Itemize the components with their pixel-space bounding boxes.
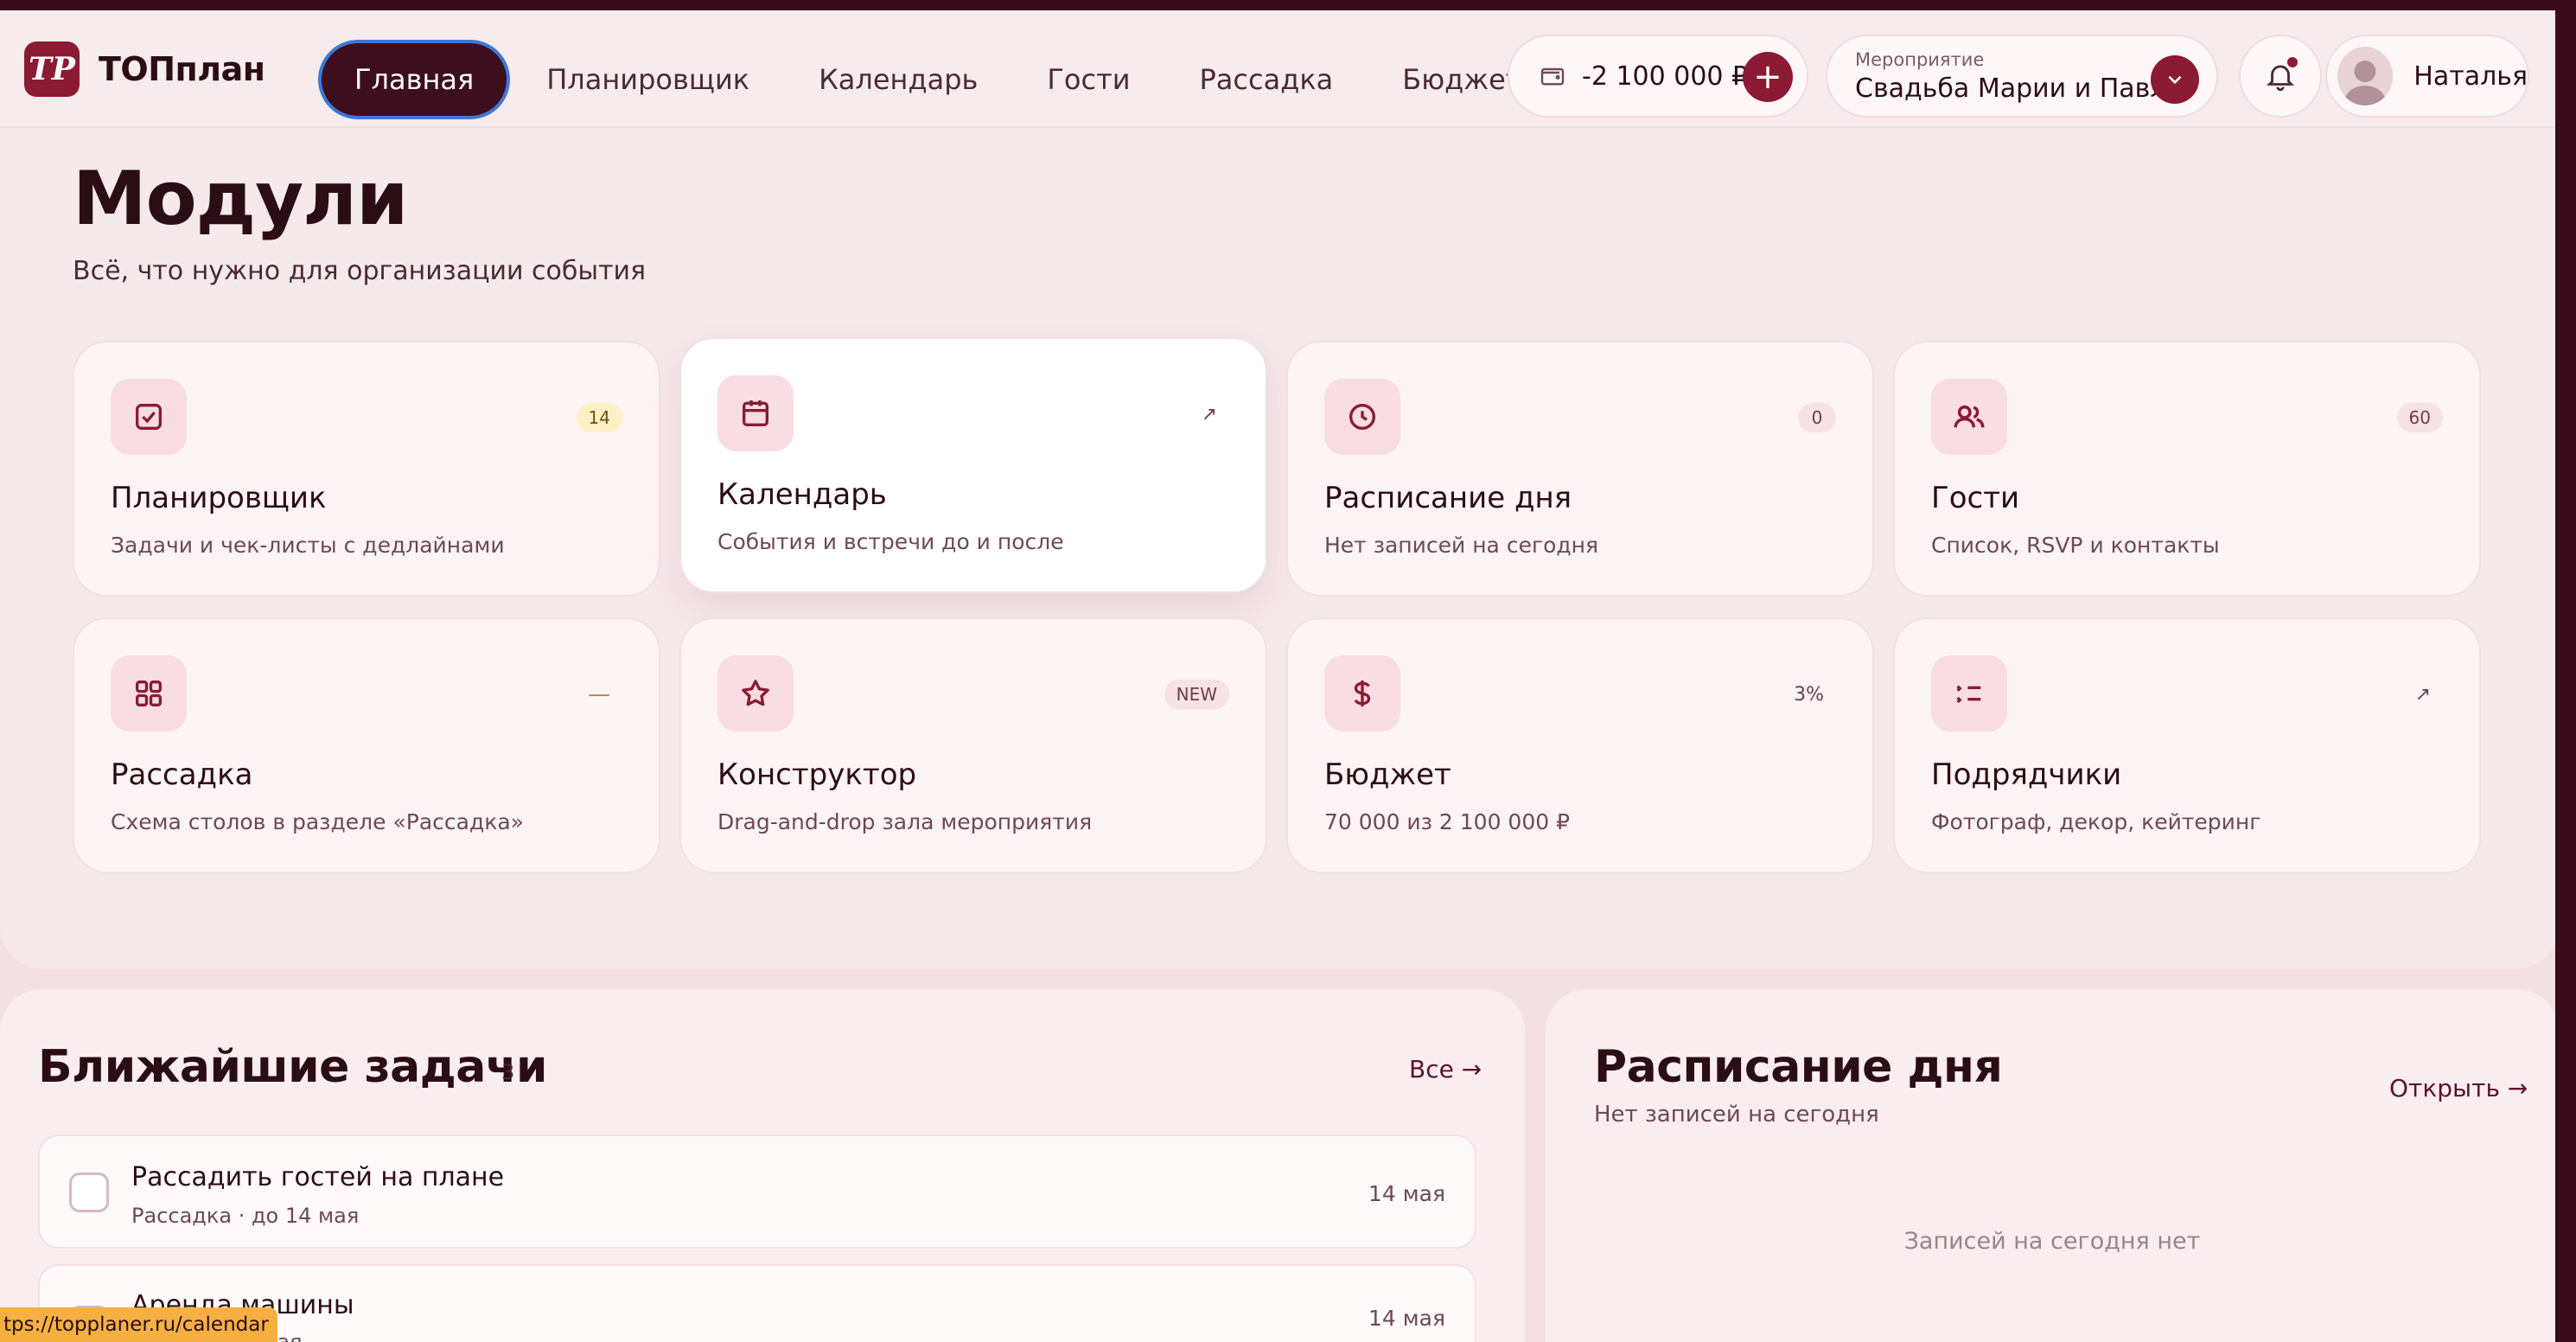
module-card-planner[interactable]: 14 Планировщик Задачи и чек-листы с дедл… (73, 341, 660, 597)
tasks-count-badge: 3 (501, 1060, 515, 1084)
add-expense-button[interactable]: + (1743, 52, 1793, 102)
schedule-open-link[interactable]: Открыть → (2389, 1074, 2528, 1102)
schedule-panel: Расписание дня Нет записей на сегодня От… (1546, 989, 2559, 1342)
module-subtitle: Фотограф, декор, кейтеринг (1931, 809, 2261, 834)
grid-icon (111, 655, 187, 732)
notification-dot (2287, 57, 2298, 67)
module-card-budget[interactable]: 3% Бюджет 70 000 из 2 100 000 ₽ (1286, 617, 1874, 873)
schedule-subtitle: Нет записей на сегодня (1594, 1102, 1879, 1128)
module-title: Рассадка (111, 757, 253, 792)
balance-value: -2 100 000 ₽ (1582, 61, 1749, 92)
module-title: Бюджет (1324, 757, 1451, 792)
module-subtitle: Схема столов в разделе «Рассадка» (111, 809, 524, 834)
users-icon (1931, 379, 2007, 455)
module-subtitle: Задачи и чек-листы с дедлайнами (111, 533, 505, 558)
main-panel: TP ТОПплан Главная Планировщик Календарь… (0, 10, 2559, 968)
notifications-button[interactable] (2239, 35, 2322, 118)
module-card-vendors[interactable]: ↗ Подрядчики Фотограф, декор, кейтеринг (1893, 617, 2481, 873)
avatar (2337, 47, 2394, 105)
module-badge: — (588, 681, 610, 707)
module-subtitle: Список, RSVP и контакты (1931, 533, 2220, 558)
module-card-seating[interactable]: — Рассадка Схема столов в разделе «Расса… (73, 617, 660, 873)
main-nav: Главная Планировщик Календарь Гости Расс… (318, 40, 1556, 119)
module-title: Конструктор (717, 757, 917, 792)
clock-icon (1324, 379, 1400, 455)
module-subtitle: 70 000 из 2 100 000 ₽ (1324, 809, 1570, 834)
module-subtitle: События и встречи до и после (717, 529, 1064, 554)
schedule-empty-state: Записей на сегодня нет (1903, 1228, 2201, 1255)
event-selector[interactable]: Мероприятие Свадьба Марии и Павла (1826, 35, 2218, 118)
tasks-title: Ближайшие задачи (38, 1041, 547, 1093)
nav-planner[interactable]: Планировщик (512, 40, 784, 119)
check-square-icon (111, 379, 187, 455)
arrow-up-right-icon: ↗ (1201, 403, 1217, 425)
app-name: ТОПплан (99, 50, 265, 88)
task-checkbox[interactable] (69, 1173, 109, 1212)
module-title: Расписание дня (1324, 481, 1572, 515)
chevron-down-icon[interactable] (2151, 55, 2199, 104)
module-badge: 0 (1798, 403, 1836, 432)
calendar-icon (717, 375, 794, 451)
page-title: Модули (73, 156, 408, 242)
balance-pill[interactable]: -2 100 000 ₽ + (1508, 35, 1808, 118)
wallet-icon (1540, 67, 1565, 86)
module-subtitle: Drag-and-drop зала мероприятия (717, 809, 1093, 834)
task-row[interactable]: Рассадить гостей на плане Рассадка · до … (38, 1134, 1476, 1249)
nav-seating[interactable]: Рассадка (1165, 40, 1368, 119)
status-bar-url: tps://topplaner.ru/calendar (0, 1307, 277, 1342)
window-top-strip (0, 0, 2576, 10)
schedule-title: Расписание дня (1594, 1041, 2003, 1093)
event-label: Мероприятие (1855, 48, 1985, 70)
dollar-icon (1324, 655, 1400, 732)
logo-mark-icon: TP (24, 42, 80, 97)
user-menu[interactable]: Наталья (2325, 35, 2529, 118)
module-title: Гости (1931, 481, 2020, 515)
user-avatar-icon (2343, 61, 2388, 105)
event-value: Свадьба Марии и Павла (1855, 73, 2183, 104)
app-logo[interactable]: TP ТОПплан (24, 42, 265, 97)
module-card-schedule[interactable]: 0 Расписание дня Нет записей на сегодня (1286, 341, 1874, 597)
nav-guests[interactable]: Гости (1012, 40, 1164, 119)
module-title: Календарь (717, 477, 887, 512)
user-name: Наталья (2413, 61, 2528, 92)
new-badge: NEW (1164, 680, 1229, 709)
star-icon (717, 655, 794, 732)
module-card-guests[interactable]: 60 Гости Список, RSVP и контакты (1893, 341, 2481, 597)
nav-calendar[interactable]: Календарь (784, 40, 1012, 119)
tasks-all-link[interactable]: Все → (1409, 1055, 1482, 1083)
module-card-constructor[interactable]: NEW Конструктор Drag-and-drop зала мероп… (679, 617, 1267, 873)
task-date: 14 мая (1368, 1306, 1445, 1331)
page-subtitle: Всё, что нужно для организации события (73, 256, 647, 286)
task-date: 14 мая (1368, 1181, 1445, 1206)
task-meta: Рассадка · до 14 мая (131, 1204, 360, 1228)
module-card-calendar[interactable]: ↗ Календарь События и встречи до и после (679, 337, 1267, 593)
arrow-up-right-icon: ↗ (2414, 683, 2431, 706)
window-right-edge (2555, 0, 2576, 1342)
module-title: Подрядчики (1931, 757, 2122, 792)
nav-home[interactable]: Главная (318, 40, 511, 119)
module-subtitle: Нет записей на сегодня (1324, 533, 1599, 558)
task-title: Рассадить гостей на плане (131, 1162, 505, 1192)
list-icon (1931, 655, 2007, 732)
module-badge: 60 (2396, 403, 2443, 432)
module-title: Планировщик (111, 481, 327, 515)
tasks-panel: Ближайшие задачи 3 Все → Рассадить госте… (0, 989, 1525, 1342)
module-badge: 3% (1794, 683, 1824, 706)
module-badge: 14 (576, 403, 622, 432)
app-header: TP ТОПплан Главная Планировщик Календарь… (0, 10, 2559, 128)
